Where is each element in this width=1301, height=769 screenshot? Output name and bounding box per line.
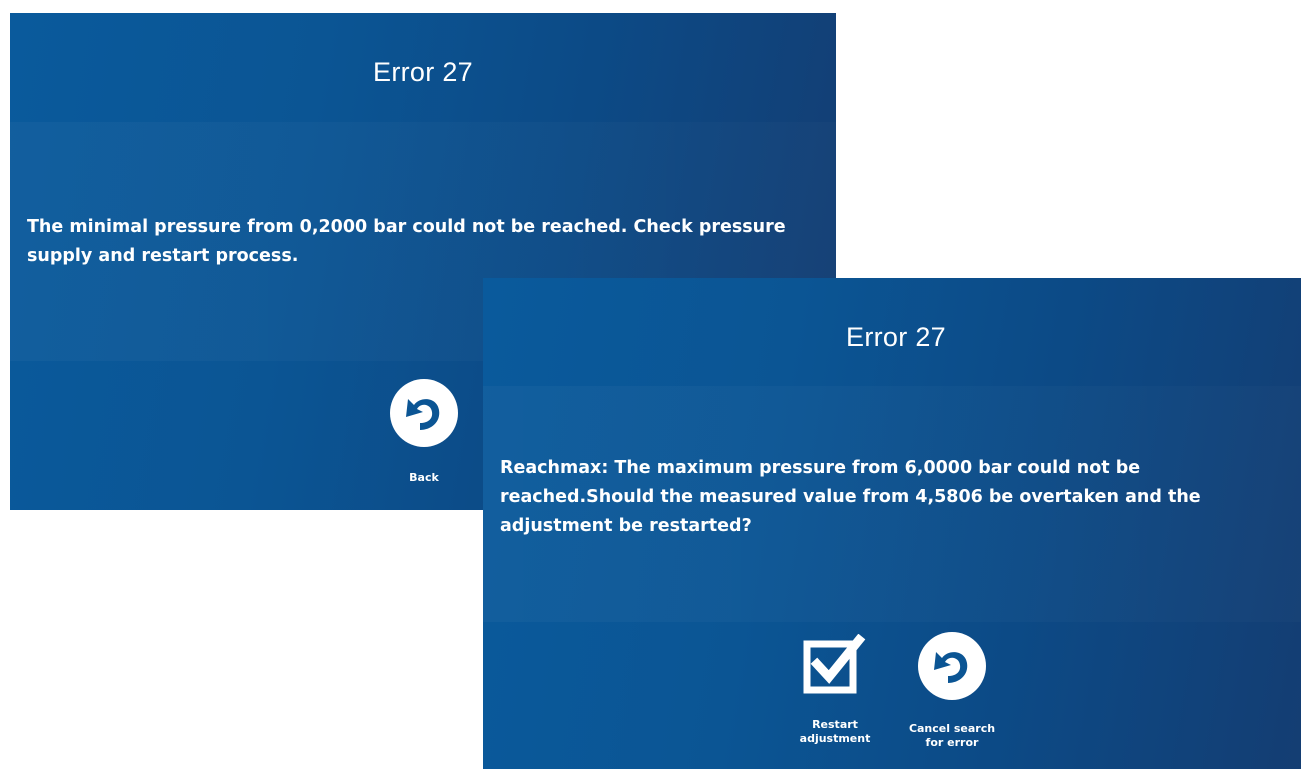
dialog-title: Error 27: [846, 322, 946, 352]
checkbox-checked-icon[interactable]: [801, 634, 869, 694]
back-label: Back: [409, 471, 439, 484]
cancel-search-button[interactable]: Cancel search for error: [892, 632, 1012, 750]
undo-arrow-icon[interactable]: [390, 379, 458, 447]
restart-adjustment-label: Restart adjustment: [799, 718, 871, 745]
cancel-search-label: Cancel search for error: [908, 722, 996, 749]
error-message: Reachmax: The maximum pressure from 6,00…: [500, 458, 1201, 536]
dialog-title: Error 27: [373, 57, 473, 87]
error-dialog-max-pressure: Error 27 Reachmax: The maximum pressure …: [483, 278, 1301, 769]
restart-adjustment-button[interactable]: Restart adjustment: [775, 634, 895, 746]
undo-arrow-icon[interactable]: [918, 632, 986, 700]
back-button[interactable]: Back: [364, 379, 484, 485]
error-message: The minimal pressure from 0,2000 bar cou…: [27, 217, 786, 266]
